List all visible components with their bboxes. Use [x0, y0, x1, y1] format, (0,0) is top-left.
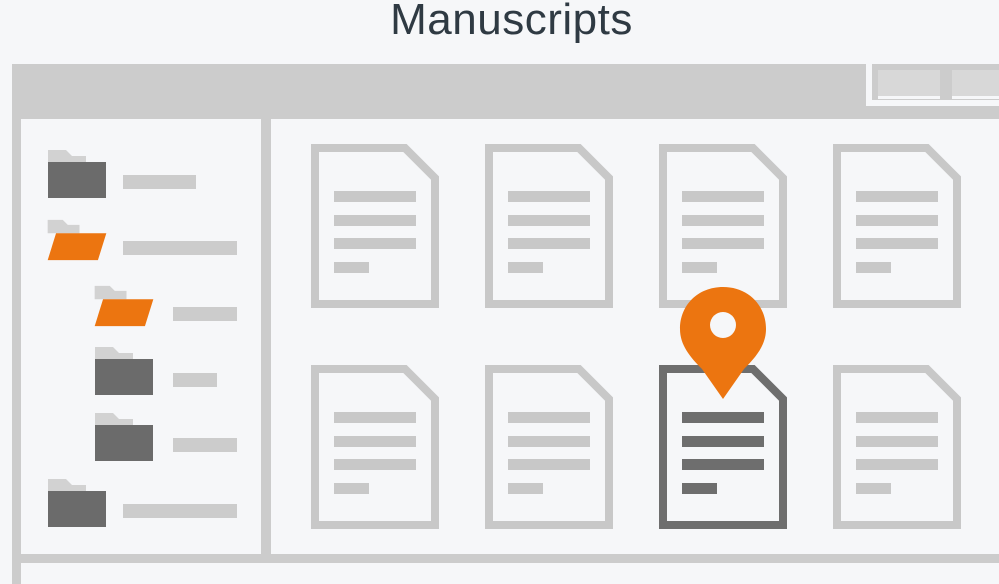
maximize-button[interactable]: [952, 70, 999, 99]
folder-icon: [48, 479, 106, 527]
document-icon[interactable]: [832, 143, 962, 309]
document-icon[interactable]: [310, 364, 440, 530]
sidebar-item-label: [173, 438, 237, 452]
sidebar-item-label: [123, 241, 237, 255]
folder-open-icon: [94, 285, 154, 327]
document-icon[interactable]: [310, 143, 440, 309]
document-icon[interactable]: [484, 143, 614, 309]
sidebar-item-label: [173, 373, 217, 387]
folder-icon: [95, 347, 153, 395]
sidebar-divider: [261, 119, 271, 563]
sidebar-item-label: [173, 307, 237, 321]
page-title: Manuscripts: [390, 0, 633, 44]
sidebar-item-label: [123, 504, 237, 518]
document-icon[interactable]: [484, 364, 614, 530]
folder-open-icon: [47, 219, 107, 261]
folder-icon: [95, 413, 153, 461]
document-icon[interactable]: [832, 364, 962, 530]
window-bottom-border: [12, 554, 999, 563]
window-titlebar: [12, 64, 999, 119]
folder-icon: [48, 150, 106, 198]
location-pin-icon: [680, 287, 766, 399]
minimize-button[interactable]: [878, 70, 940, 99]
sidebar-item-label: [123, 175, 196, 189]
